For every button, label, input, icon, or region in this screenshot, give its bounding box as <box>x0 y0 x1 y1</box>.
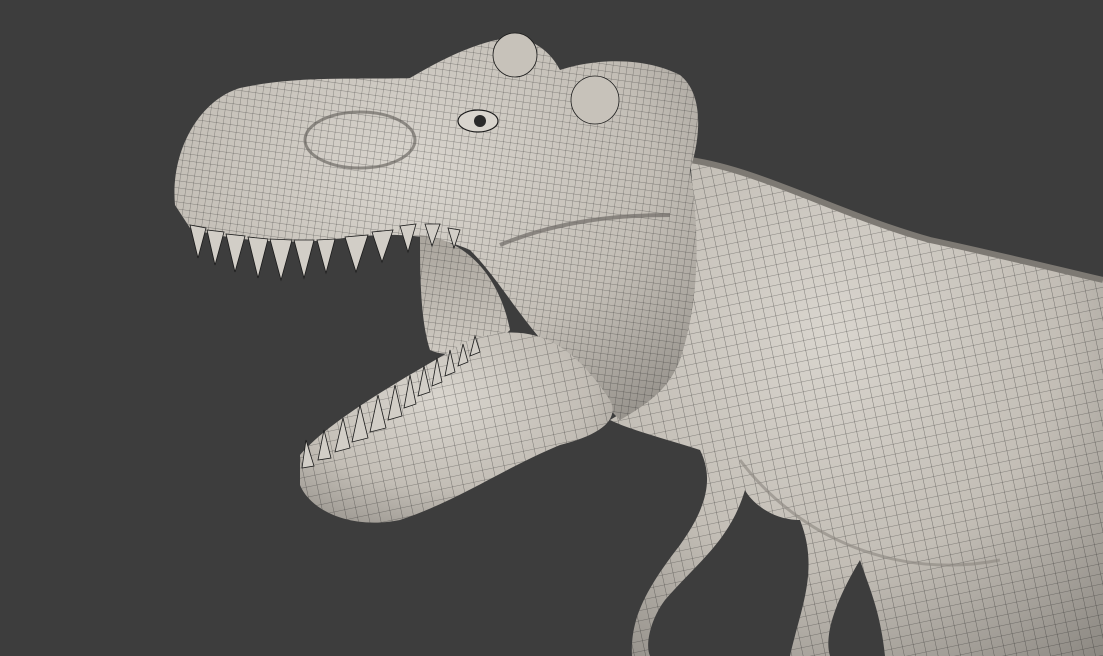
model-render <box>174 32 1103 656</box>
eye <box>457 109 499 133</box>
3d-viewport[interactable] <box>0 0 1103 656</box>
